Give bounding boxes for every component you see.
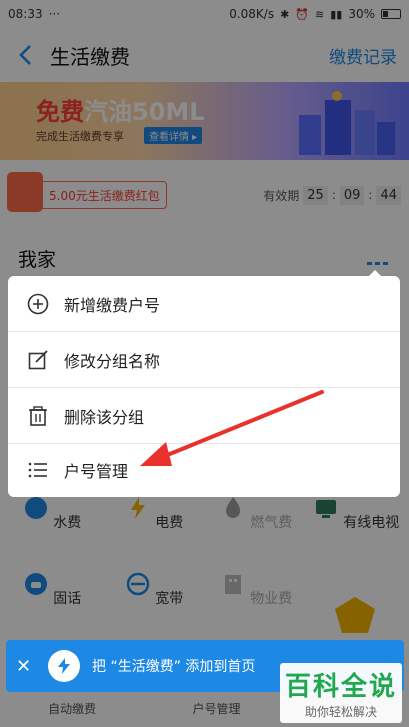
trash-icon [26, 404, 50, 428]
menu-item-label: 户号管理 [64, 461, 129, 481]
watermark-sub: 助你轻松解决 [304, 705, 377, 719]
menu-item-account-manage[interactable]: 户号管理 [8, 442, 400, 497]
list-icon [26, 458, 50, 482]
menu-item-add-account[interactable]: 新增缴费户号 [8, 276, 400, 331]
group-action-menu: 新增缴费户号 修改分组名称 删除该分组 户号管理 [8, 276, 400, 497]
menu-item-label: 修改分组名称 [64, 351, 161, 371]
lightning-icon [48, 650, 80, 682]
plus-circle-icon [26, 292, 50, 316]
edit-icon [26, 348, 50, 372]
add-to-home-text: 把 “生活缴费” 添加到首页 [92, 659, 256, 675]
menu-item-rename-group[interactable]: 修改分组名称 [8, 332, 400, 387]
close-icon[interactable]: ✕ [16, 656, 40, 677]
watermark-logo: 百科全说 助你轻松解决 [280, 663, 402, 723]
watermark-main: 百科全说 [284, 672, 397, 702]
menu-item-label: 删除该分组 [64, 407, 145, 427]
menu-item-delete-group[interactable]: 删除该分组 [8, 388, 400, 443]
menu-item-label: 新增缴费户号 [64, 295, 161, 315]
